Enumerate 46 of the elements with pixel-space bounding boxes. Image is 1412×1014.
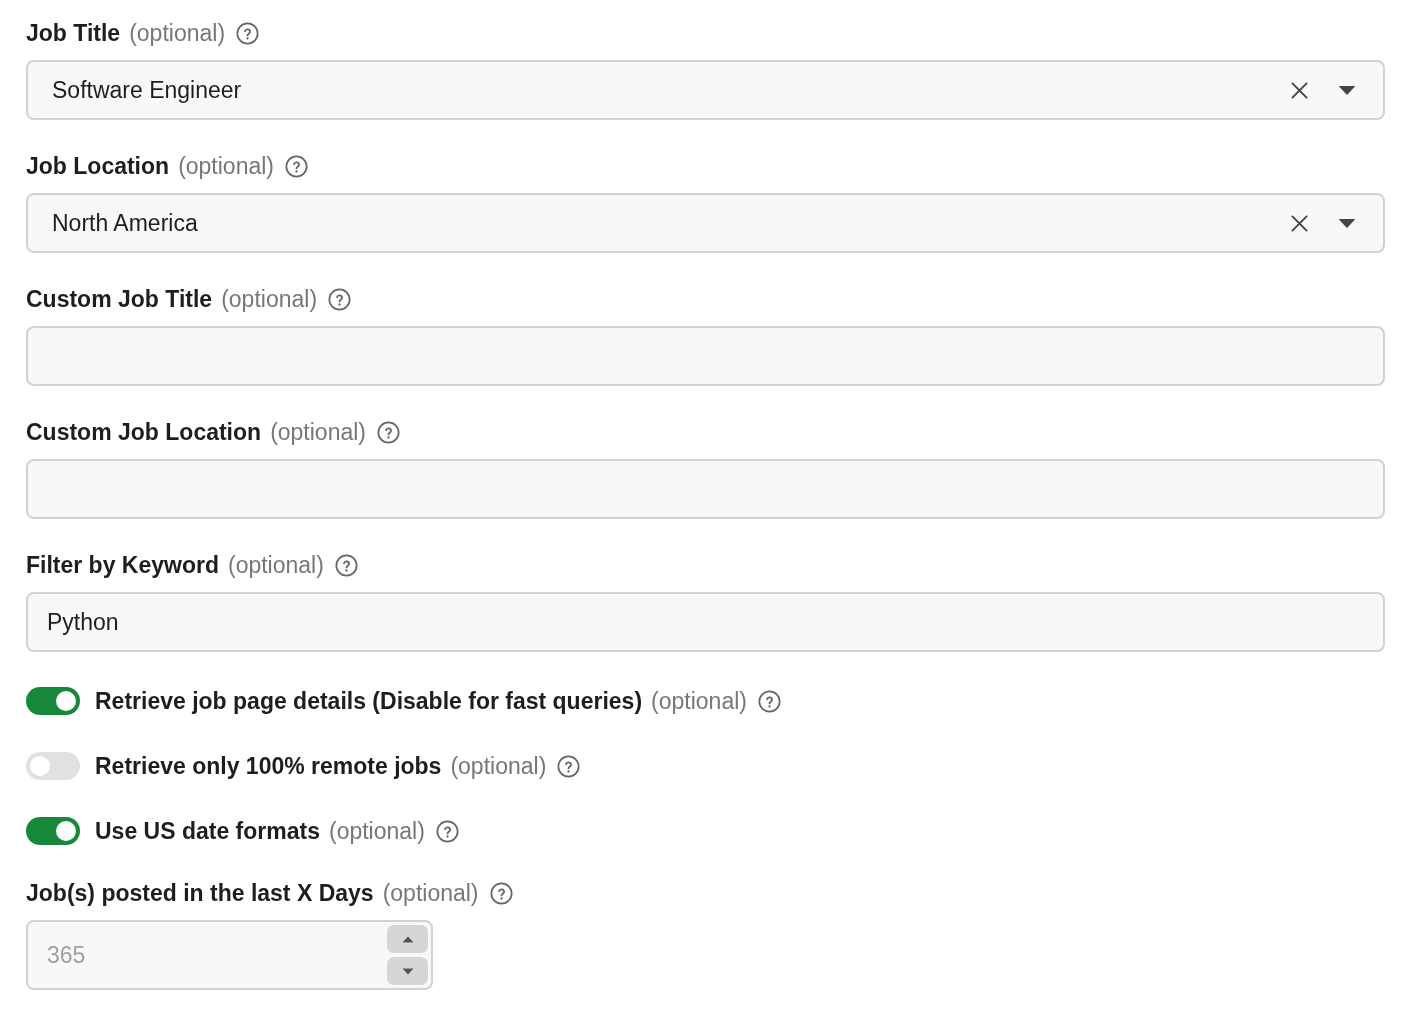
optional-hint: (optional) (270, 419, 366, 445)
optional-hint: (optional) (651, 688, 747, 714)
field-label: Custom Job Location (26, 419, 262, 445)
help-icon[interactable] (236, 21, 260, 45)
caret-down-icon (401, 967, 414, 975)
optional-hint: (optional) (221, 286, 318, 312)
help-icon[interactable] (489, 881, 513, 905)
text-field[interactable]: Python (26, 592, 1385, 652)
field-label: Job(s) posted in the last X Days (26, 880, 374, 906)
help-icon[interactable] (557, 754, 581, 778)
field-label: Custom Job Title (26, 286, 213, 312)
caret-up-icon (401, 935, 414, 943)
clear-icon[interactable] (1291, 214, 1308, 232)
toggle-switch[interactable] (26, 752, 80, 780)
caret-down-icon[interactable] (1339, 218, 1355, 228)
toggle-switch[interactable] (26, 817, 80, 845)
toggle-switch[interactable] (26, 687, 80, 715)
toggle-label: Use US date formats (95, 818, 320, 844)
step-down-button[interactable] (387, 957, 428, 985)
selected-value: North America (52, 209, 199, 237)
help-icon[interactable] (285, 154, 308, 178)
dropdown-field[interactable]: Software Engineer (26, 60, 1385, 120)
optional-hint: (optional) (178, 153, 274, 179)
help-icon[interactable] (435, 819, 459, 843)
help-icon[interactable] (328, 287, 352, 311)
help-icon[interactable] (334, 553, 358, 577)
text-field[interactable] (26, 326, 1385, 386)
step-up-button[interactable] (387, 925, 428, 953)
field-label: Job Title (26, 20, 121, 46)
caret-down-icon[interactable] (1339, 85, 1355, 95)
optional-hint: (optional) (328, 818, 425, 844)
number-field[interactable]: 365 (26, 920, 433, 990)
text-field[interactable] (26, 459, 1385, 519)
help-icon[interactable] (757, 689, 781, 713)
selected-value: Software Engineer (52, 76, 243, 104)
field-label: Job Location (26, 153, 170, 179)
optional-hint: (optional) (382, 880, 479, 906)
dropdown-field[interactable]: North America (26, 193, 1385, 253)
toggle-label: Retrieve job page details (Disable for fast queries) (95, 688, 643, 714)
optional-hint: (optional) (228, 552, 324, 578)
optional-hint: (optional) (450, 753, 547, 779)
help-icon[interactable] (377, 420, 400, 444)
toggle-label: Retrieve only 100% remote jobs (95, 753, 442, 779)
optional-hint: (optional) (129, 20, 226, 46)
clear-icon[interactable] (1291, 81, 1308, 99)
field-label: Filter by Keyword (26, 552, 219, 578)
